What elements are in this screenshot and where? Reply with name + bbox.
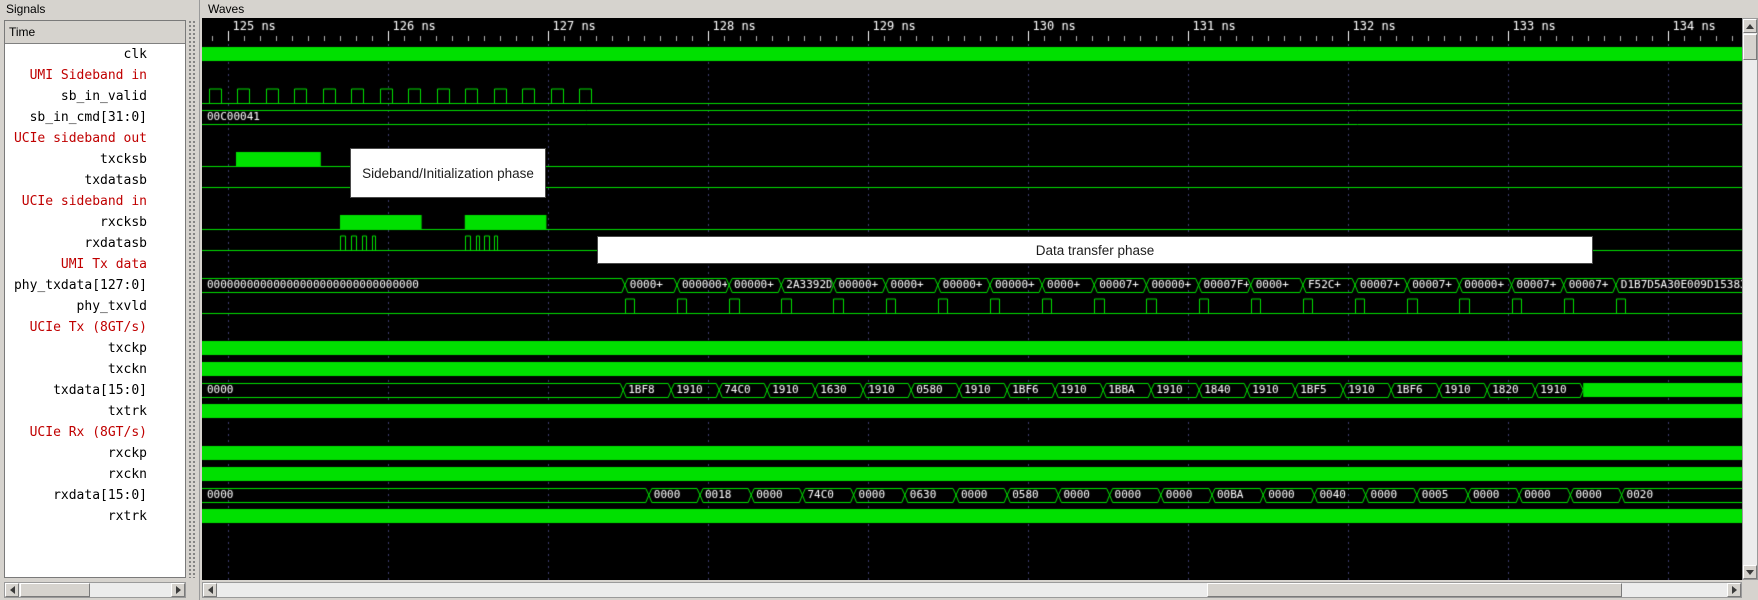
signal-name[interactable]: txckp <box>5 338 185 359</box>
waves-vscrollbar-track[interactable] <box>1743 33 1757 565</box>
signal-name[interactable]: clk <box>5 44 185 65</box>
pane-splitter-handle[interactable] <box>188 20 196 578</box>
waves-scrollbar-thumb[interactable] <box>1207 583 1622 597</box>
signal-name[interactable]: rxdata[15:0] <box>5 485 185 506</box>
signal-name[interactable]: txdatasb <box>5 170 185 191</box>
signal-name[interactable]: rxtrk <box>5 506 185 527</box>
up-arrow-icon <box>1746 24 1754 29</box>
waves-scrollbar-track[interactable] <box>217 583 1727 597</box>
waves-horizontal-scrollbar[interactable] <box>202 582 1742 598</box>
signal-group-label[interactable]: UCIe sideband out <box>5 128 185 149</box>
left-arrow-icon <box>10 586 15 594</box>
signal-group-label[interactable]: UMI Tx data <box>5 254 185 275</box>
signal-name[interactable]: txckn <box>5 359 185 380</box>
right-arrow-icon <box>176 586 181 594</box>
down-arrow-icon <box>1746 570 1754 575</box>
gtkwave-window: Signals Time clkUMI Sideband insb_in_val… <box>0 0 1758 600</box>
signal-name[interactable]: sb_in_cmd[31:0] <box>5 107 185 128</box>
signal-name[interactable]: rxdatasb <box>5 233 185 254</box>
scroll-left-arrow[interactable] <box>203 583 217 597</box>
waves-vscrollbar-thumb[interactable] <box>1743 34 1757 60</box>
signal-name[interactable]: txtrk <box>5 401 185 422</box>
signals-scrollbar-thumb[interactable] <box>20 583 90 597</box>
signal-group-label[interactable]: UCIe Rx (8GT/s) <box>5 422 185 443</box>
signal-name[interactable]: rxckn <box>5 464 185 485</box>
scroll-right-arrow[interactable] <box>171 583 185 597</box>
signal-name[interactable]: phy_txdata[127:0] <box>5 275 185 296</box>
signal-group-label[interactable]: UCIe sideband in <box>5 191 185 212</box>
signal-group-label[interactable]: UMI Sideband in <box>5 65 185 86</box>
signal-list: clkUMI Sideband insb_in_validsb_in_cmd[3… <box>5 44 185 527</box>
signal-name[interactable]: phy_txvld <box>5 296 185 317</box>
signals-panel-title: Signals <box>0 0 199 18</box>
waves-panel-title: Waves <box>202 0 1758 18</box>
signal-name[interactable]: txdata[15:0] <box>5 380 185 401</box>
scroll-right-arrow[interactable] <box>1727 583 1741 597</box>
signals-panel: Signals Time clkUMI Sideband insb_in_val… <box>0 0 200 600</box>
scroll-left-arrow[interactable] <box>5 583 19 597</box>
scroll-up-arrow[interactable] <box>1743 19 1757 33</box>
scroll-down-arrow[interactable] <box>1743 565 1757 579</box>
signal-name[interactable]: rxcksb <box>5 212 185 233</box>
signal-name[interactable]: rxckp <box>5 443 185 464</box>
signals-scrollbar-track[interactable] <box>19 583 171 597</box>
time-column-header: Time <box>5 21 185 44</box>
waves-vertical-scrollbar[interactable] <box>1742 18 1758 580</box>
waveform-canvas[interactable] <box>202 18 1742 580</box>
signal-name[interactable]: sb_in_valid <box>5 86 185 107</box>
signal-name[interactable]: txcksb <box>5 149 185 170</box>
right-arrow-icon <box>1732 586 1737 594</box>
left-arrow-icon <box>208 586 213 594</box>
signals-frame: Time clkUMI Sideband insb_in_validsb_in_… <box>4 20 186 578</box>
signal-group-label[interactable]: UCIe Tx (8GT/s) <box>5 317 185 338</box>
waves-panel: Waves Sideband/Initialization phaseData … <box>202 0 1758 600</box>
signals-horizontal-scrollbar[interactable] <box>4 582 186 598</box>
